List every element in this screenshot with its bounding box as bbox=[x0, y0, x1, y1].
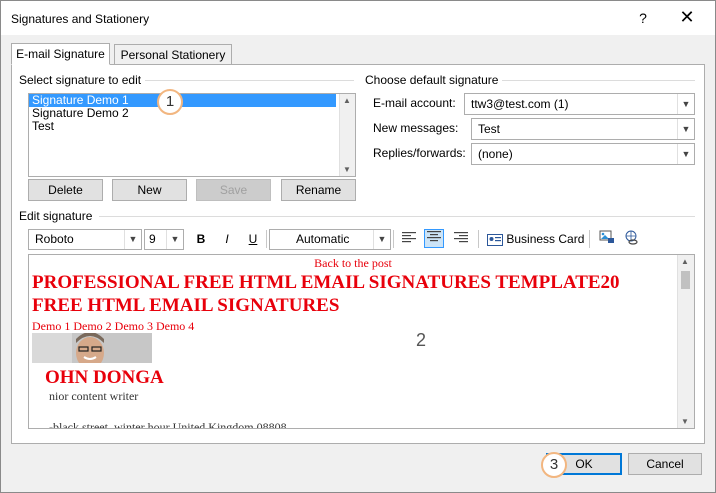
font-value: Roboto bbox=[35, 232, 74, 246]
scroll-up-icon[interactable]: ▲ bbox=[343, 96, 351, 105]
back-to-post-link[interactable]: Back to the post bbox=[29, 256, 677, 271]
tab-email-signature[interactable]: E-mail Signature bbox=[11, 43, 110, 65]
font-color-value: Automatic bbox=[296, 232, 350, 246]
font-size-select[interactable]: 9 ▼ bbox=[144, 229, 184, 250]
business-card-icon bbox=[487, 233, 503, 246]
cancel-button[interactable]: Cancel bbox=[628, 453, 702, 475]
align-center-icon bbox=[427, 231, 441, 242]
new-button[interactable]: New bbox=[112, 179, 187, 201]
chevron-down-icon[interactable]: ▼ bbox=[373, 230, 390, 249]
font-size-value: 9 bbox=[149, 232, 156, 246]
delete-button[interactable]: Delete bbox=[28, 179, 103, 201]
font-color-select[interactable]: Automatic ▼ bbox=[269, 229, 391, 250]
scroll-up-icon[interactable]: ▲ bbox=[681, 257, 689, 266]
editor-scrollbar[interactable]: ▲ ▼ bbox=[677, 255, 694, 428]
profile-photo bbox=[32, 333, 152, 363]
listbox-scrollbar[interactable]: ▲ ▼ bbox=[339, 94, 355, 176]
signature-heading-line1: PROFESSIONAL FREE HTML EMAIL SIGNATURES … bbox=[32, 272, 620, 293]
business-card-button[interactable]: Business Card bbox=[487, 230, 584, 249]
new-messages-label: New messages: bbox=[373, 121, 459, 135]
hyperlink-icon bbox=[625, 230, 638, 245]
chevron-down-icon[interactable]: ▼ bbox=[677, 119, 694, 139]
align-left-button[interactable] bbox=[399, 230, 419, 249]
toolbar-separator bbox=[393, 230, 394, 248]
group-divider bbox=[141, 80, 354, 81]
annotation-marker-1: 1 bbox=[157, 89, 183, 115]
new-messages-select[interactable]: Test ▼ bbox=[471, 118, 695, 140]
group-divider bbox=[99, 216, 695, 217]
help-button[interactable]: ? bbox=[635, 10, 651, 26]
annotation-marker-2: 2 bbox=[415, 330, 426, 350]
signature-editor[interactable]: Back to the post PROFESSIONAL FREE HTML … bbox=[28, 254, 695, 429]
align-center-button[interactable] bbox=[424, 229, 444, 248]
italic-button[interactable]: I bbox=[217, 230, 237, 249]
window-title: Signatures and Stationery bbox=[11, 12, 150, 26]
signature-name: OHN DONGA bbox=[45, 367, 164, 388]
scroll-down-icon[interactable]: ▼ bbox=[343, 165, 351, 174]
list-item[interactable]: Signature Demo 2 bbox=[29, 107, 355, 120]
demo-links[interactable]: Demo 1 Demo 2 Demo 3 Demo 4 bbox=[32, 319, 194, 334]
toolbar-separator bbox=[589, 230, 590, 248]
email-account-select[interactable]: ttw3@test.com (1) ▼ bbox=[464, 93, 695, 115]
annotation-marker-3: 3 bbox=[541, 452, 567, 478]
align-left-icon bbox=[402, 232, 416, 243]
default-signature-label: Choose default signature bbox=[365, 73, 503, 87]
font-select[interactable]: Roboto ▼ bbox=[28, 229, 142, 250]
email-account-value: ttw3@test.com (1) bbox=[471, 97, 569, 111]
underline-button[interactable]: U bbox=[243, 230, 263, 249]
toolbar-separator bbox=[478, 230, 479, 248]
email-account-label: E-mail account: bbox=[373, 96, 456, 110]
group-divider bbox=[499, 80, 695, 81]
close-button[interactable]: ✕ bbox=[675, 7, 699, 28]
insert-picture-icon bbox=[599, 230, 614, 243]
insert-picture-button[interactable] bbox=[597, 230, 617, 249]
signature-listbox[interactable]: Signature Demo 1 Signature Demo 2 Test ▲… bbox=[28, 93, 356, 177]
align-right-button[interactable] bbox=[451, 230, 471, 249]
replies-value: (none) bbox=[478, 147, 513, 161]
new-messages-value: Test bbox=[478, 122, 501, 136]
save-button[interactable]: Save bbox=[196, 179, 271, 201]
signatures-dialog: Signatures and Stationery ? ✕ E-mail Sig… bbox=[0, 0, 716, 493]
chevron-down-icon[interactable]: ▼ bbox=[166, 230, 183, 249]
business-card-label: Business Card bbox=[506, 232, 585, 246]
portrait-photo-icon bbox=[32, 333, 152, 363]
chevron-down-icon[interactable]: ▼ bbox=[677, 94, 694, 114]
scroll-thumb[interactable] bbox=[681, 271, 690, 289]
signature-heading-line2: FREE HTML EMAIL SIGNATURES bbox=[32, 295, 340, 316]
align-right-icon bbox=[454, 232, 468, 243]
title-bar: Signatures and Stationery ? ✕ bbox=[1, 1, 715, 35]
list-item[interactable]: Test bbox=[29, 120, 355, 133]
chevron-down-icon[interactable]: ▼ bbox=[677, 144, 694, 164]
select-signature-label: Select signature to edit bbox=[19, 73, 146, 87]
bold-button[interactable]: B bbox=[191, 230, 211, 249]
toolbar-separator bbox=[266, 230, 267, 248]
signature-job-title: nior content writer bbox=[49, 389, 139, 403]
rename-button[interactable]: Rename bbox=[281, 179, 356, 201]
replies-label: Replies/forwards: bbox=[373, 146, 466, 160]
edit-signature-label: Edit signature bbox=[19, 209, 97, 223]
replies-select[interactable]: (none) ▼ bbox=[471, 143, 695, 165]
insert-hyperlink-button[interactable] bbox=[622, 230, 642, 249]
tab-label: Personal Stationery bbox=[120, 48, 226, 62]
scroll-down-icon[interactable]: ▼ bbox=[681, 417, 689, 426]
chevron-down-icon[interactable]: ▼ bbox=[124, 230, 141, 249]
tab-personal-stationery[interactable]: Personal Stationery bbox=[114, 44, 232, 65]
signature-address: -black street, winter hour United Kingdo… bbox=[49, 420, 287, 429]
tab-label: E-mail Signature bbox=[16, 47, 105, 61]
